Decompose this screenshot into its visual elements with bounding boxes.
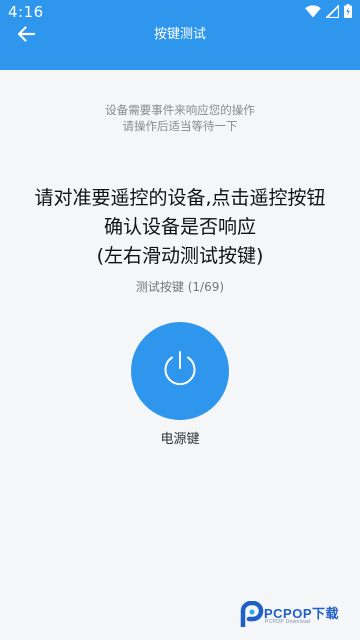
status-time: 4:16 (8, 3, 44, 21)
battery-icon (344, 3, 352, 22)
wifi-icon (305, 3, 321, 22)
hint-line-2: 请操作后适当等待一下 (122, 119, 238, 133)
hint-line-1: 设备需要事件来响应您的操作 (105, 103, 255, 117)
wait-hint: 设备需要事件来响应您的操作 请操作后适当等待一下 (0, 102, 360, 134)
status-bar: 4:16 (0, 0, 360, 24)
status-icons (305, 3, 352, 22)
power-button[interactable] (131, 322, 229, 420)
power-icon (161, 349, 199, 393)
watermark-subtext: PCPOP Download (265, 619, 311, 625)
app-toolbar: 按键测试 (0, 24, 360, 70)
power-button-label: 电源键 (160, 432, 200, 447)
instruction-line-3: (左右滑动测试按键) (96, 245, 264, 267)
page-title: 按键测试 (153, 27, 206, 42)
instruction-line-1: 请对准要遥控的设备,点击遥控按钮 (34, 187, 326, 209)
signal-icon (325, 3, 340, 22)
test-key-counter: 测试按键 (1/69) (135, 280, 225, 294)
test-instruction: 请对准要遥控的设备,点击遥控按钮 确认设备是否响应 (左右滑动测试按键) (0, 184, 360, 271)
watermark-logo: PCPOP下载 PCPOP Download (240, 600, 352, 630)
instruction-line-2: 确认设备是否响应 (103, 216, 256, 238)
